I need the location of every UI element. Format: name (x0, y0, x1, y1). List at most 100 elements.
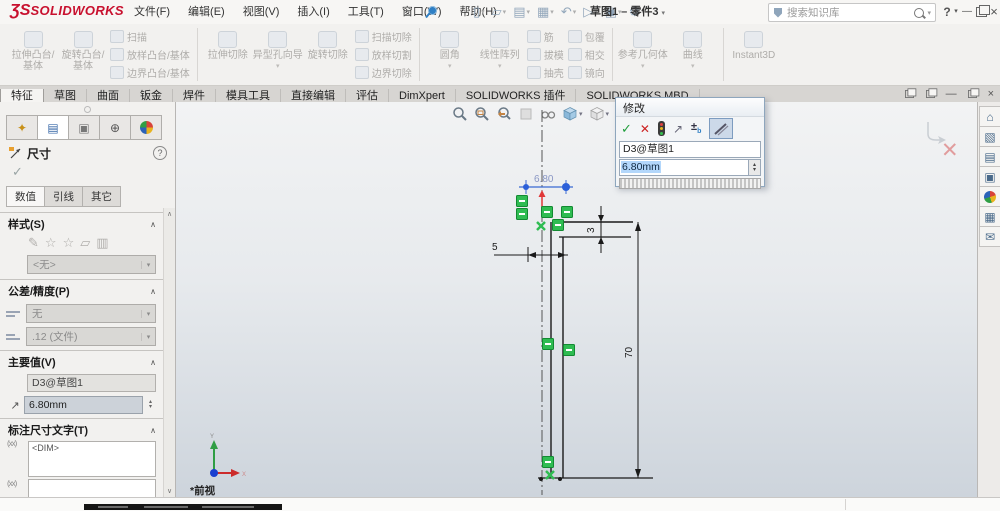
ribbon-small-button[interactable]: 放样凸台/基体 (110, 47, 190, 63)
menu-item-1[interactable]: 编辑(E) (179, 0, 234, 24)
ribbon-button[interactable]: 拉伸切除 (203, 27, 253, 82)
solidworks-resources-icon[interactable]: ▧ (979, 127, 1000, 147)
dimension-70[interactable]: 70 (624, 222, 641, 478)
dimension-5[interactable]: 5 (492, 242, 568, 262)
modify-value-input[interactable]: 6.80mm (620, 160, 748, 175)
dimension-text-box-2[interactable] (28, 479, 156, 497)
sketch-canvas[interactable]: 6.80 3 5 70 Y X (176, 102, 977, 497)
ribbon-small-button[interactable]: 边界凸台/基体 (110, 65, 190, 81)
constraint-box[interactable] (552, 219, 564, 231)
help-icon[interactable]: ? (153, 146, 167, 160)
tab-propertymanager[interactable]: ▤ (37, 115, 68, 140)
ribbon-small-button[interactable]: 抽壳 (526, 65, 564, 81)
collapse-chevron-icon[interactable]: ∧ (150, 287, 156, 296)
ribbon-small-button[interactable]: 边界切除 (354, 65, 412, 81)
ribbon-button[interactable]: 异型孔向导 ▾ (253, 27, 303, 82)
save-style-icon[interactable]: ▱ (80, 235, 90, 251)
thumbwheel[interactable] (619, 178, 761, 189)
modify-dimension-name[interactable]: D3@草图1 (619, 141, 761, 158)
doc-minimize-button[interactable]: — (946, 88, 957, 100)
dim-text-position-icon[interactable]: (xx) (7, 439, 17, 448)
doc-title-caret-icon[interactable]: ▾ (661, 10, 665, 17)
menu-item-2[interactable]: 视图(V) (234, 0, 289, 24)
ribbon-small-button[interactable]: 包覆 (567, 29, 605, 45)
ribbon-small-button[interactable]: 镜向 (567, 65, 605, 81)
ribbon-button[interactable]: 参考几何体 ▾ (618, 27, 668, 82)
constraint-box[interactable] (516, 208, 528, 220)
sketch-point[interactable] (539, 477, 543, 481)
menu-item-0[interactable]: 文件(F) (125, 0, 179, 24)
open-icon[interactable]: ▱ ▾ (489, 3, 510, 21)
file-explorer-icon[interactable]: ▣ (979, 167, 1000, 187)
dimension-6-80[interactable]: 6.80 (519, 174, 573, 194)
dimension-text-box[interactable]: <DIM> (28, 441, 156, 477)
graphics-viewport[interactable]: ▾ ▾ 6.80 3 5 70 Y X ✕ *前视 (176, 102, 977, 497)
sketch-point[interactable] (558, 477, 562, 481)
dimension-name-field[interactable]: D3@草图1 (27, 374, 156, 392)
ribbon-button[interactable]: 圆角 ▾ (425, 27, 475, 82)
modify-dialog[interactable]: 修改 ✓ ✕ ↗ ±b D3@草图1 6.80mm ▴ ▾ (615, 97, 765, 189)
scroll-up-icon[interactable]: ∧ (164, 210, 175, 218)
undo-icon[interactable]: ↶ ▾ (558, 3, 579, 21)
constraint-box[interactable] (516, 195, 528, 207)
constraint-x-mark[interactable] (536, 221, 546, 231)
appearances-icon[interactable] (979, 187, 1000, 207)
constraint-box[interactable] (542, 456, 554, 468)
caret-down-icon[interactable]: ▾ (276, 62, 280, 70)
panel-resize-grip[interactable] (84, 106, 91, 113)
collapse-chevron-icon[interactable]: ∧ (150, 426, 156, 435)
tab-configurationmanager[interactable]: ▣ (68, 115, 99, 140)
modify-dialog-title[interactable]: 修改 (616, 98, 764, 117)
ribbon-button[interactable]: 线性阵列 ▾ (475, 27, 525, 82)
spin-down-icon[interactable]: ▾ (149, 404, 152, 410)
dim-text-step-height[interactable]: 3 (586, 227, 597, 233)
knowledge-search-box[interactable]: 搜索知识库 ▾ (768, 3, 936, 22)
menu-item-4[interactable]: 工具(T) (339, 0, 393, 24)
constraint-box[interactable] (563, 344, 575, 356)
tab-dimxpertmanager[interactable]: ⊕ (99, 115, 130, 140)
cancel-button[interactable]: ✕ (640, 122, 650, 136)
ribbon-small-button[interactable]: 扫描 (110, 29, 190, 45)
section-dimension-text-header[interactable]: 标注尺寸文字(T) ∧ (0, 419, 164, 439)
dim-text-top-width[interactable]: 6.80 (534, 174, 554, 185)
window-restore-button[interactable] (973, 0, 990, 17)
mark-for-drawing-button[interactable] (709, 118, 734, 139)
caret-down-icon[interactable]: ▾ (691, 62, 695, 70)
panel-scrollbar[interactable]: ∧ ∨ (163, 208, 175, 497)
section-style-header[interactable]: 样式(S) ∧ (0, 213, 164, 233)
dim-handle-right[interactable] (562, 183, 570, 191)
ribbon-button[interactable]: 旋转凸台/基体 (58, 27, 108, 82)
design-library-icon[interactable]: ▤ (979, 147, 1000, 167)
window-close-button[interactable]: × (988, 0, 1000, 24)
ribbon-button[interactable]: 拉伸凸台/基体 (8, 27, 58, 82)
forum-icon[interactable]: ✉ (979, 227, 1000, 247)
doc-prev-window-icon[interactable] (904, 88, 916, 98)
style-dropdown[interactable]: <无> ▾ (27, 255, 156, 274)
accept-button[interactable]: ✓ (621, 121, 632, 137)
scroll-down-icon[interactable]: ∨ (164, 487, 175, 495)
doc-next-window-icon[interactable] (925, 88, 937, 98)
tolerance-dropdown[interactable]: 无 ▾ (26, 304, 156, 323)
dim-handle-left[interactable] (523, 184, 529, 190)
ribbon-small-button[interactable]: 筋 (526, 29, 564, 45)
ribbon-button[interactable]: Instant3D (729, 27, 779, 82)
ribbon-button[interactable]: 曲线 ▾ (668, 27, 718, 82)
constraint-box[interactable] (541, 206, 553, 218)
custom-properties-icon[interactable]: ▦ (979, 207, 1000, 227)
dim-text-left-offset[interactable]: 5 (492, 242, 498, 253)
value-spinner[interactable]: ▴ ▾ (145, 399, 156, 410)
dimension-3[interactable]: 3 (586, 206, 604, 253)
section-primary-value-header[interactable]: 主要值(V) ∧ (0, 351, 164, 371)
ribbon-button[interactable]: 旋转切除 (303, 27, 353, 82)
modify-value-spinner[interactable]: ▴ ▾ (748, 160, 760, 175)
apply-default-style-icon[interactable]: ✎ (28, 235, 39, 251)
home-icon[interactable]: ⌂ (979, 106, 1000, 127)
menu-item-5[interactable]: 窗口(W) (393, 0, 451, 24)
spin-down-icon[interactable]: ▾ (753, 167, 756, 173)
print-icon[interactable]: ▦ ▾ (534, 3, 557, 21)
doc-restore-button[interactable] (967, 88, 979, 98)
menu-item-3[interactable]: 插入(I) (288, 0, 338, 24)
help-caret-icon[interactable]: ▾ (952, 0, 960, 24)
ribbon-small-button[interactable]: 放样切割 (354, 47, 412, 63)
add-style-icon[interactable]: ☆ (45, 235, 57, 251)
